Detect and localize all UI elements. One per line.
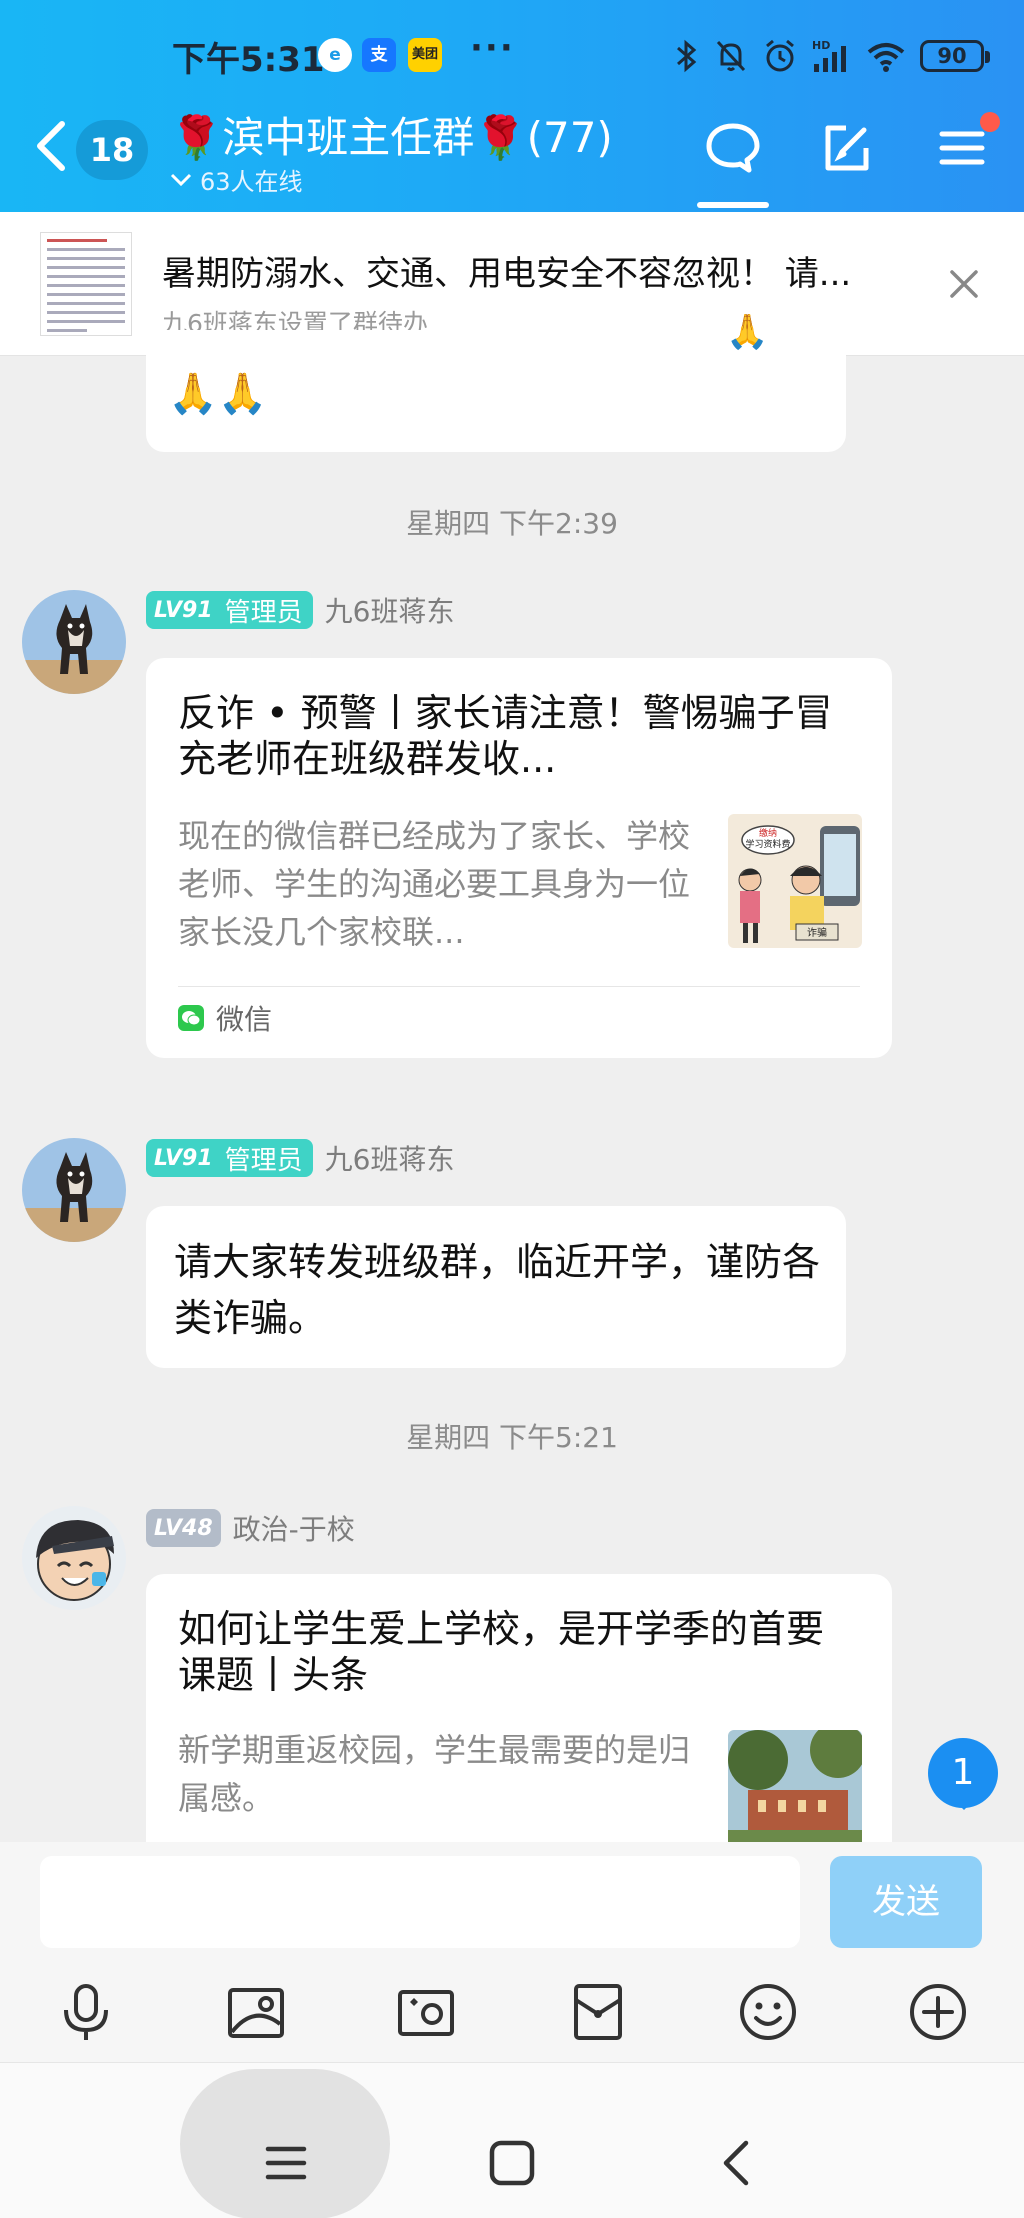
thumbnail-text: 缴纳 bbox=[759, 827, 777, 839]
notification-dot bbox=[980, 112, 1000, 132]
plus-icon[interactable] bbox=[906, 1980, 970, 2044]
chat-header: 下午5:31 e 支 美团 ··· HD 90 18 🌹滨中班主任群🌹(77) … bbox=[0, 0, 1024, 212]
online-status[interactable]: 63人在线 bbox=[170, 162, 303, 197]
online-count: 63人在线 bbox=[200, 168, 303, 196]
alipay-app-icon: 支 bbox=[362, 38, 396, 72]
link-card[interactable]: 反诈 • 预警丨家长请注意！警惕骗子冒充老师在班级群发收... 现在的微信群已经… bbox=[146, 658, 892, 1058]
meituan-app-icon: 美团 bbox=[408, 38, 442, 72]
chevron-down-icon bbox=[170, 173, 192, 186]
card-description: 现在的微信群已经成为了家长、学校老师、学生的沟通必要工具身为一位家长没几个家校联… bbox=[178, 817, 691, 951]
signal-icon: HD bbox=[812, 39, 846, 72]
close-icon[interactable] bbox=[944, 264, 984, 304]
message-text: 请大家转发班级群，临近开学，谨防各类诈骗。 bbox=[174, 1240, 821, 1340]
system-nav-bar bbox=[0, 2062, 1024, 2218]
wifi-icon bbox=[867, 43, 905, 72]
recent-apps-icon[interactable] bbox=[256, 2133, 316, 2193]
more-notifications-icon: ··· bbox=[470, 28, 515, 68]
sender-name[interactable]: 政治-于校 bbox=[233, 1508, 355, 1548]
thumbnail-text: 学习资料费 bbox=[745, 838, 790, 850]
card-thumbnail bbox=[728, 1730, 862, 1842]
link-card[interactable]: 如何让学生爱上学校，是开学季的首要课题丨头条 新学期重返校园，学生最需要的是归属… bbox=[146, 1574, 892, 1842]
level-badge: LV91 管理员 bbox=[146, 1139, 313, 1177]
mute-bell-icon bbox=[716, 40, 746, 72]
folded-hands-emoji: 🙏🙏 bbox=[168, 371, 268, 417]
send-button[interactable]: 发送 bbox=[830, 1856, 982, 1948]
message-bubble[interactable]: 🙏🙏 🙏 bbox=[146, 312, 846, 452]
card-divider bbox=[178, 986, 860, 987]
card-title: 反诈 • 预警丨家长请注意！警惕骗子冒充老师在班级群发收... bbox=[178, 691, 833, 781]
document-thumbnail bbox=[40, 232, 132, 336]
chat-bubble-icon[interactable] bbox=[703, 118, 763, 178]
source-label: 微信 bbox=[216, 1003, 273, 1036]
alarm-icon bbox=[766, 39, 794, 72]
bluetooth-icon bbox=[677, 39, 697, 73]
status-bar: 下午5:31 e 支 美团 ··· HD 90 bbox=[0, 28, 1024, 84]
card-thumbnail: 缴纳 学习资料费 诈骗 bbox=[728, 814, 862, 948]
thumbnail-text: 诈骗 bbox=[807, 926, 827, 939]
group-title[interactable]: 🌹滨中班主任群🌹(77) bbox=[170, 104, 613, 165]
message-meta: LV48 政治-于校 bbox=[146, 1508, 355, 1548]
status-time: 下午5:31 bbox=[172, 40, 325, 80]
new-message-badge[interactable]: 1 bbox=[928, 1738, 998, 1810]
pinned-title: 暑期防溺水、交通、用电安全不容忽视！ 请... bbox=[162, 254, 852, 294]
wechat-icon bbox=[178, 1005, 204, 1031]
photo-album-icon[interactable] bbox=[224, 1980, 288, 2044]
microphone-icon[interactable] bbox=[54, 1980, 118, 2044]
card-description: 新学期重返校园，学生最需要的是归属感。 bbox=[178, 1731, 691, 1817]
emoji-fragment: 🙏 bbox=[726, 312, 769, 352]
emoji-icon[interactable] bbox=[736, 1980, 800, 2044]
sender-name[interactable]: 九6班蒋东 bbox=[325, 1138, 455, 1178]
back-arrow-icon[interactable] bbox=[32, 118, 72, 174]
edit-icon[interactable] bbox=[816, 118, 876, 178]
text-message-bubble[interactable]: 请大家转发班级群，临近开学，谨防各类诈骗。 bbox=[146, 1206, 846, 1368]
message-meta: LV91 管理员 九6班蒋东 bbox=[146, 1138, 454, 1178]
time-separator: 星期四 下午5:21 bbox=[406, 1421, 618, 1454]
back-icon[interactable] bbox=[708, 2133, 768, 2193]
input-bar: 发送 bbox=[0, 1842, 1024, 2062]
avatar[interactable] bbox=[22, 1506, 126, 1610]
time-separator: 星期四 下午2:39 bbox=[406, 507, 618, 540]
status-icons: HD 90 bbox=[674, 36, 990, 76]
message-input[interactable] bbox=[40, 1856, 800, 1948]
sender-name[interactable]: 九6班蒋东 bbox=[325, 590, 455, 630]
unread-count-badge[interactable]: 18 bbox=[76, 120, 148, 180]
red-packet-icon[interactable] bbox=[566, 1980, 630, 2044]
level-badge: LV48 bbox=[146, 1509, 221, 1547]
svg-text:HD: HD bbox=[812, 39, 830, 52]
eleme-app-icon: e bbox=[318, 38, 352, 72]
card-source: 微信 bbox=[178, 998, 272, 1038]
message-meta: LV91 管理员 九6班蒋东 bbox=[146, 590, 454, 630]
card-title: 如何让学生爱上学校，是开学季的首要课题丨头条 bbox=[178, 1607, 825, 1697]
camera-icon[interactable] bbox=[394, 1980, 458, 2044]
home-icon[interactable] bbox=[482, 2133, 542, 2193]
level-badge: LV91 管理员 bbox=[146, 591, 313, 629]
battery-indicator: 90 bbox=[920, 40, 990, 72]
active-tab-indicator bbox=[697, 202, 769, 208]
avatar[interactable] bbox=[22, 590, 126, 694]
avatar[interactable] bbox=[22, 1138, 126, 1242]
